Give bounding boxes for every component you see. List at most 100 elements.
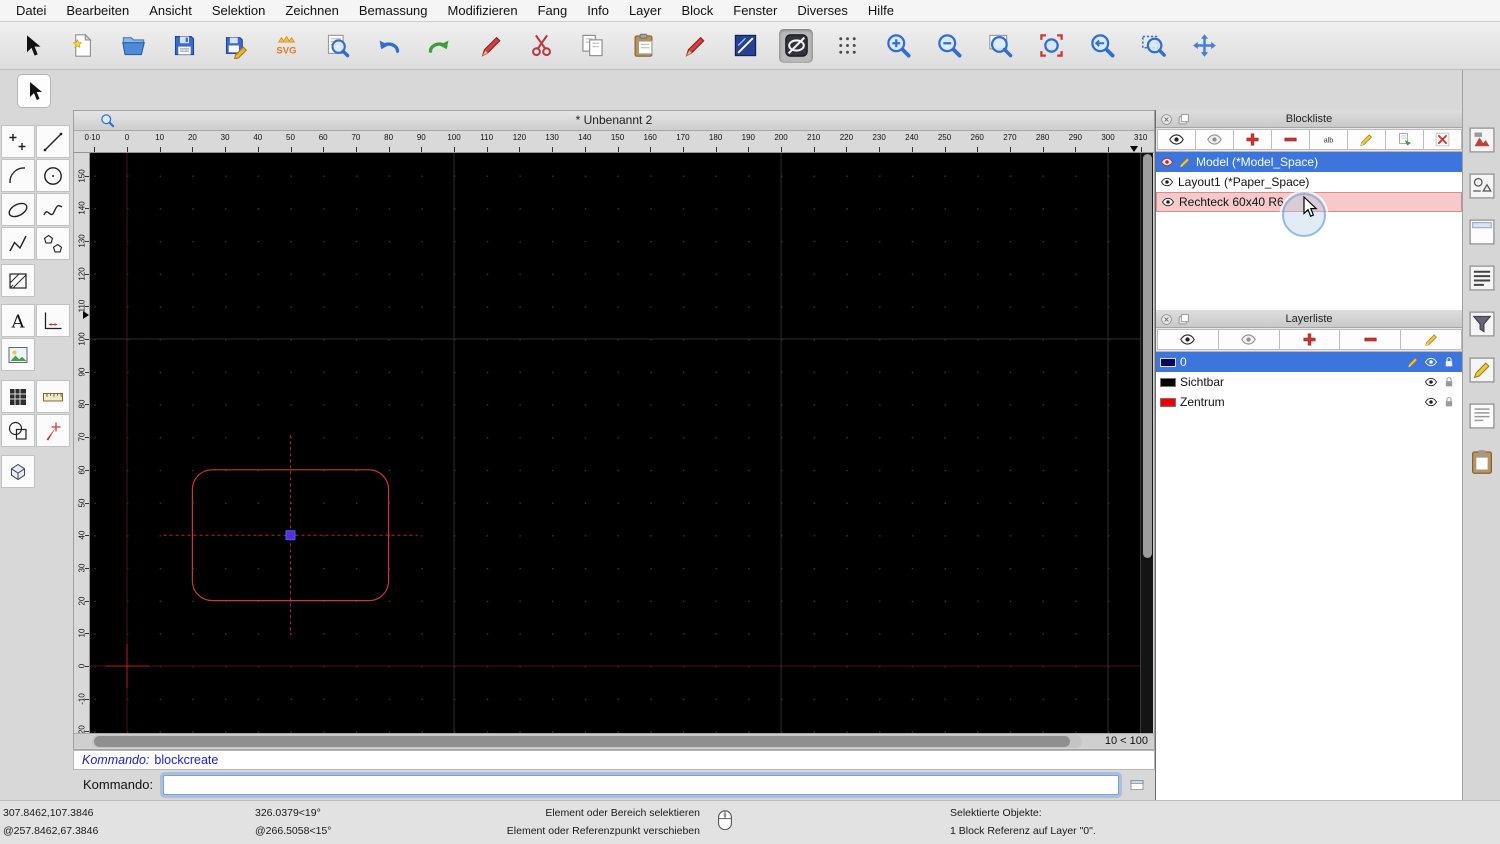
dock-pen-button[interactable] <box>1467 355 1497 385</box>
hide-all-blocks-button[interactable] <box>1195 129 1234 150</box>
menu-layer[interactable]: Layer <box>619 0 672 21</box>
print-preview-button[interactable] <box>320 29 354 63</box>
shape-tool-button[interactable] <box>1 414 35 447</box>
command-window-toggle-button[interactable] <box>1127 777 1147 793</box>
menu-ansicht[interactable]: Ansicht <box>139 0 202 21</box>
dock-filter-button[interactable] <box>1467 309 1497 339</box>
solid-box-tool-button[interactable] <box>1 455 35 488</box>
dock-doc-button[interactable] <box>1467 401 1497 431</box>
zoom-in-button[interactable] <box>881 29 915 63</box>
point-tool-button[interactable] <box>1 125 35 158</box>
save-block-button[interactable] <box>1385 129 1424 150</box>
ellipse-tool-button[interactable] <box>1 193 35 226</box>
layer-item-1[interactable]: Sichtbar <box>1156 372 1462 392</box>
save-edit-button[interactable] <box>218 29 252 63</box>
zoom-auto-button[interactable] <box>983 29 1017 63</box>
close-panel-icon[interactable] <box>1160 113 1173 126</box>
polyline-tool-button[interactable] <box>1 227 35 260</box>
layer-visibility-icon[interactable] <box>1424 375 1438 389</box>
edit-pen-button[interactable] <box>677 29 711 63</box>
dock-list-button[interactable] <box>1467 263 1497 293</box>
menu-bearbeiten[interactable]: Bearbeiten <box>56 0 139 21</box>
menu-zeichnen[interactable]: Zeichnen <box>275 0 348 21</box>
remove-layer-button[interactable] <box>1339 329 1402 350</box>
delete-block-button[interactable] <box>1423 129 1462 150</box>
redo-button[interactable] <box>422 29 456 63</box>
remove-block-button[interactable] <box>1271 129 1310 150</box>
menu-modifizieren[interactable]: Modifizieren <box>438 0 528 21</box>
polygon-tool-button[interactable] <box>36 227 70 260</box>
line-attributes-button[interactable] <box>728 29 762 63</box>
dock-library-button[interactable] <box>1467 171 1497 201</box>
image-tool-button[interactable] <box>1 338 35 371</box>
block-panel-header[interactable]: Blockliste <box>1156 110 1462 128</box>
block-item-1[interactable]: Layout1 (*Paper_Space) <box>1156 172 1462 192</box>
hide-all-layers-button[interactable] <box>1217 329 1280 350</box>
hatch-tool-button[interactable] <box>1 264 35 297</box>
selection-tool-button[interactable] <box>17 74 51 108</box>
spline-tool-button[interactable] <box>36 193 70 226</box>
layer-visibility-icon[interactable] <box>1424 355 1438 369</box>
block-item-2[interactable]: Rechteck 60x40 R6 <box>1156 192 1462 212</box>
draft-mode-button[interactable] <box>779 28 813 63</box>
zoom-previous-button[interactable] <box>1085 29 1119 63</box>
menu-selektion[interactable]: Selektion <box>202 0 275 21</box>
pattern-tool-button[interactable] <box>1 380 35 413</box>
menu-fang[interactable]: Fang <box>528 0 578 21</box>
text-tool-button[interactable]: A <box>1 304 35 337</box>
attributes-pen-button[interactable] <box>473 29 507 63</box>
layer-panel-header[interactable]: Layerliste <box>1156 310 1462 328</box>
menu-diverses[interactable]: Diverses <box>787 0 858 21</box>
grid-toggle-button[interactable] <box>830 29 864 63</box>
layer-lock-icon[interactable] <box>1442 395 1456 409</box>
open-file-button[interactable] <box>116 29 150 63</box>
cut-scissors-button[interactable] <box>524 29 558 63</box>
edit-layer-button[interactable] <box>1400 329 1462 350</box>
menu-info[interactable]: Info <box>577 0 619 21</box>
new-document-button[interactable] <box>65 29 99 63</box>
zoom-window-button[interactable] <box>1136 29 1170 63</box>
measure-tool-button[interactable] <box>36 380 70 413</box>
zoom-out-button[interactable] <box>932 29 966 63</box>
dimension-tool-button[interactable] <box>36 304 70 337</box>
layer-lock-icon[interactable] <box>1442 355 1456 369</box>
menu-block[interactable]: Block <box>671 0 723 21</box>
copy-button[interactable] <box>575 29 609 63</box>
edit-pencil-icon[interactable] <box>1406 355 1420 369</box>
show-all-blocks-button[interactable] <box>1157 129 1196 150</box>
menu-hilfe[interactable]: Hilfe <box>858 0 904 21</box>
show-all-layers-button[interactable] <box>1157 329 1219 350</box>
line-tool-button[interactable] <box>36 125 70 158</box>
add-layer-button[interactable] <box>1278 329 1341 350</box>
menu-datei[interactable]: Datei <box>6 0 56 21</box>
dock-panel-button[interactable] <box>1467 217 1497 247</box>
layer-visibility-icon[interactable] <box>1424 395 1438 409</box>
undo-button[interactable] <box>371 29 405 63</box>
horizontal-scrollbar-thumb[interactable] <box>94 735 1070 747</box>
drawing-canvas[interactable] <box>90 153 1140 733</box>
vertical-scrollbar[interactable] <box>1140 153 1153 733</box>
layer-item-2[interactable]: Zentrum <box>1156 392 1462 412</box>
zoom-pan-button[interactable] <box>1187 29 1221 63</box>
rename-block-button[interactable]: alb <box>1309 129 1348 150</box>
dock-clipboard-button[interactable] <box>1467 447 1497 477</box>
circle-tool-button[interactable] <box>36 159 70 192</box>
add-block-button[interactable] <box>1233 129 1272 150</box>
close-panel-icon[interactable] <box>1160 313 1173 326</box>
zoom-reference-button[interactable] <box>1034 29 1068 63</box>
block-item-0[interactable]: Model (*Model_Space) <box>1156 152 1462 172</box>
arc-tool-button[interactable] <box>1 159 35 192</box>
float-panel-icon[interactable] <box>1177 313 1190 326</box>
dock-render-button[interactable] <box>1467 125 1497 155</box>
document-titlebar[interactable]: * Unbenannt 2 <box>74 111 1154 131</box>
menu-bemassung[interactable]: Bemassung <box>349 0 438 21</box>
save-button[interactable] <box>167 29 201 63</box>
edit-block-button[interactable] <box>1347 129 1386 150</box>
selection-arrow-button[interactable] <box>14 29 48 63</box>
command-input[interactable] <box>163 774 1119 795</box>
vertical-scrollbar-thumb[interactable] <box>1143 154 1152 558</box>
layer-lock-icon[interactable] <box>1442 375 1456 389</box>
svg-export-button[interactable]: SVG <box>269 29 303 63</box>
layer-item-0[interactable]: 0 <box>1156 352 1462 372</box>
paste-button[interactable] <box>626 29 660 63</box>
